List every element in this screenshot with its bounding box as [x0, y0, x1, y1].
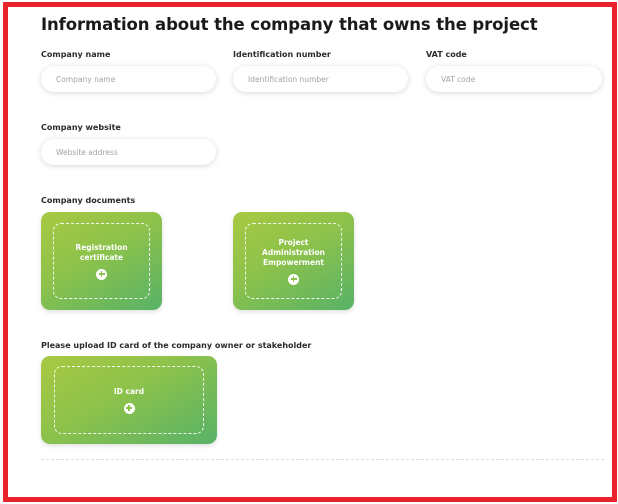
vat-code-input[interactable] — [441, 66, 602, 92]
upload-card-label: ID card — [113, 386, 145, 396]
identification-number-field[interactable] — [233, 66, 408, 92]
upload-card-label: Project Administration Empowerment — [262, 237, 325, 267]
screenshot-frame: Information about the company that owns … — [3, 2, 617, 502]
company-documents-label: Company documents — [41, 196, 136, 205]
id-upload-label: Please upload ID card of the company own… — [41, 341, 312, 350]
company-website-input[interactable] — [56, 139, 216, 165]
plus-circle-icon — [123, 402, 135, 414]
identification-number-input[interactable] — [248, 66, 408, 92]
upload-dropzone: Project Administration Empowerment — [245, 223, 342, 299]
company-info-section: Information about the company that owns … — [8, 7, 612, 497]
upload-card-label: Registration certificate — [75, 242, 128, 262]
vat-code-field[interactable] — [426, 66, 602, 92]
section-title: Information about the company that owns … — [41, 15, 538, 34]
id-card-upload[interactable]: ID card — [41, 356, 217, 444]
project-administration-empowerment-upload[interactable]: Project Administration Empowerment — [233, 212, 354, 310]
company-name-field[interactable] — [41, 66, 216, 92]
vat-code-label: VAT code — [426, 50, 467, 59]
upload-dropzone: ID card — [54, 366, 204, 434]
company-website-field[interactable] — [41, 139, 216, 165]
registration-certificate-upload[interactable]: Registration certificate — [41, 212, 162, 310]
company-name-input[interactable] — [56, 66, 216, 92]
plus-circle-icon — [288, 273, 299, 285]
company-website-label: Company website — [41, 123, 121, 132]
company-name-label: Company name — [41, 50, 111, 59]
plus-circle-icon — [96, 268, 107, 280]
upload-dropzone: Registration certificate — [53, 223, 150, 299]
identification-number-label: Identification number — [233, 50, 331, 59]
section-divider — [41, 459, 604, 460]
